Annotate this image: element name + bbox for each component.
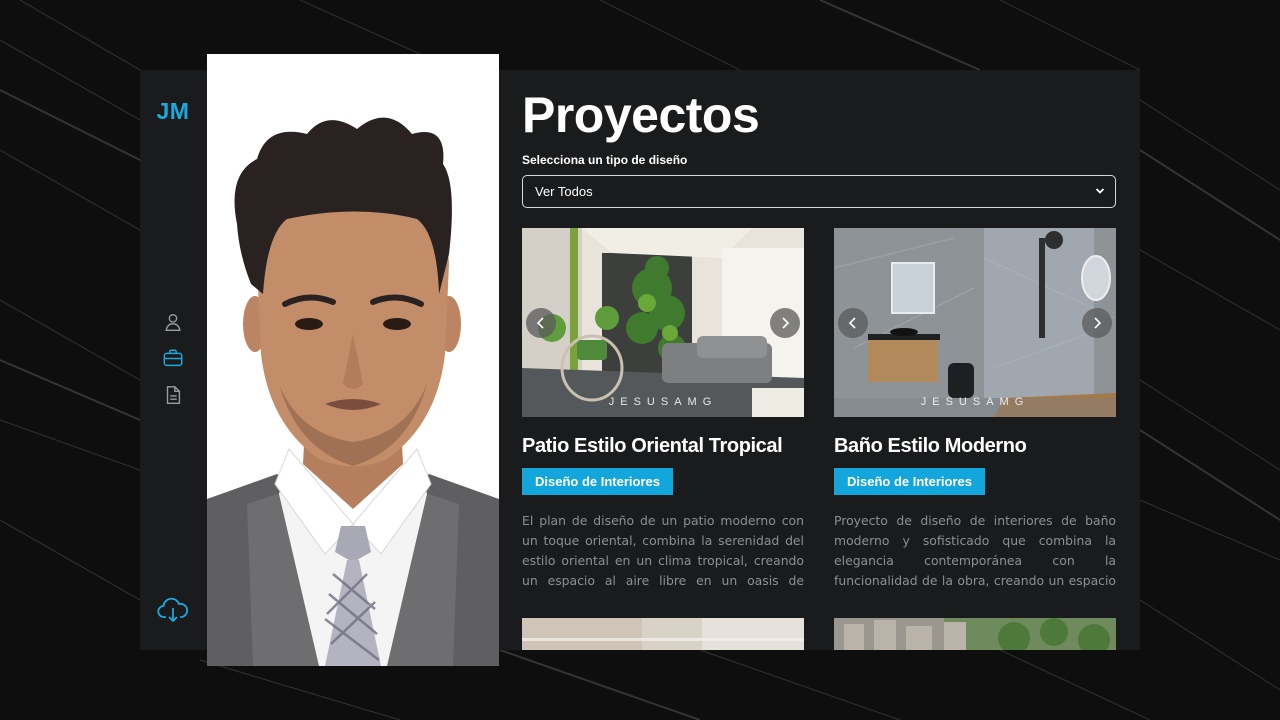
category-badge[interactable]: Diseño de Interiores [522,468,673,495]
select-value: Ver Todos [535,184,593,199]
profile-photo [207,54,499,666]
page-title: Proyectos [522,87,760,143]
user-icon [165,313,181,331]
carousel-prev-button[interactable] [838,308,868,338]
chevron-right-icon [1094,317,1102,329]
project-card[interactable]: JESUSAMG Patio Estilo Oriental Tropical … [522,228,804,591]
chevron-right-icon [782,317,790,329]
project-title: Patio Estilo Oriental Tropical [522,435,783,457]
filter-label: Selecciona un tipo de diseño [522,153,688,167]
project-description: El plan de diseño de un patio moderno co… [522,513,804,588]
nav-item-resume[interactable] [162,384,184,406]
image-watermark: JESUSAMG [608,396,718,408]
project-card[interactable]: JESUSAMG Baño Estilo Moderno Diseño de I… [834,228,1116,591]
logo-initials[interactable]: JM [140,98,206,125]
chevron-left-icon [848,317,856,329]
chevron-left-icon [536,317,544,329]
briefcase-icon [163,349,183,367]
project-image [522,228,804,417]
project-image [834,618,1116,650]
carousel-next-button[interactable] [770,308,800,338]
cloud-download-icon[interactable] [157,597,189,623]
project-image [522,618,804,650]
project-image-carousel[interactable]: JESUSAMG [834,228,1116,417]
category-badge[interactable]: Diseño de Interiores [834,468,985,495]
sidebar: JM [140,70,206,650]
project-image [834,228,1116,417]
chevron-down-icon [1095,188,1105,194]
project-description: Proyecto de diseño de interiores de baño… [834,513,1116,588]
project-card-partial[interactable] [522,618,804,650]
nav-item-about[interactable] [162,311,184,333]
carousel-next-button[interactable] [1082,308,1112,338]
image-watermark: JESUSAMG [920,396,1030,408]
project-card-partial[interactable] [834,618,1116,650]
project-title: Baño Estilo Moderno [834,435,1027,457]
document-icon [166,386,181,404]
carousel-prev-button[interactable] [526,308,556,338]
design-type-select[interactable]: Ver Todos [522,175,1116,208]
project-image-carousel[interactable]: JESUSAMG [522,228,804,417]
nav-item-projects[interactable] [162,347,184,369]
projects-section: Proyectos Selecciona un tipo de diseño V… [522,70,1116,650]
